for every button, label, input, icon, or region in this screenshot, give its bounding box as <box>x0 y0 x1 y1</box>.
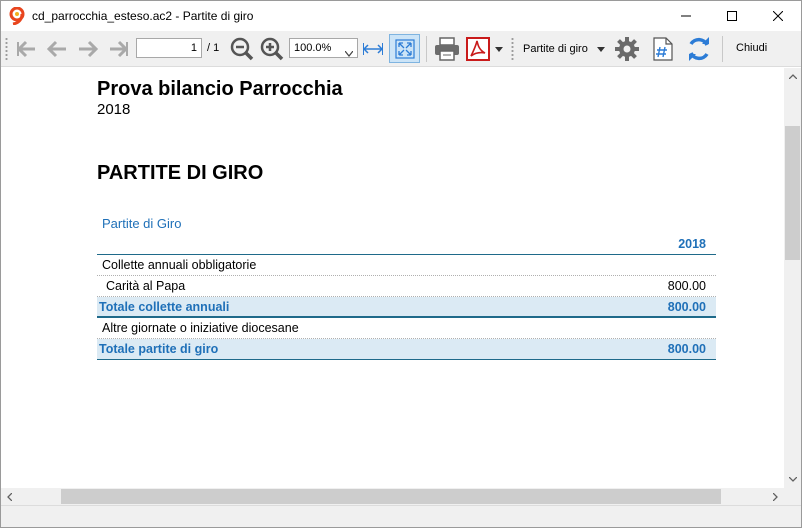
section-title: PARTITE DI GIRO <box>97 162 264 184</box>
report-window: cd_parrocchia_esteso.ac2 - Partite di gi… <box>0 0 802 528</box>
window-title: cd_parrocchia_esteso.ac2 - Partite di gi… <box>32 9 254 23</box>
refresh-button[interactable] <box>684 31 714 67</box>
horizontal-scroll-thumb[interactable] <box>61 489 721 504</box>
zoom-select[interactable]: 100.0% <box>289 38 358 58</box>
scrollbar-corner <box>784 488 801 505</box>
pdf-button[interactable] <box>464 31 492 67</box>
row-amount: 800.00 <box>667 300 706 314</box>
fit-width-button[interactable] <box>361 31 385 67</box>
settings-icon <box>615 37 639 61</box>
toolbar-grip[interactable] <box>511 37 514 61</box>
next-page-icon <box>77 40 99 58</box>
row-label: Totale collette annuali <box>99 300 230 314</box>
group-title: Partite di Giro <box>102 216 182 231</box>
table-row: Carità al Papa 800.00 <box>97 276 716 297</box>
last-page-icon <box>107 40 129 58</box>
page-total-label: / 1 <box>207 42 220 54</box>
fit-width-icon <box>363 42 383 56</box>
status-bar <box>1 505 801 527</box>
scroll-down-icon[interactable] <box>784 471 801 488</box>
last-page-button[interactable] <box>106 31 130 67</box>
document-year: 2018 <box>97 101 131 118</box>
settings-button[interactable] <box>613 31 641 67</box>
row-amount: 800.00 <box>667 342 706 356</box>
table-header-row: 2018 <box>97 234 716 255</box>
close-report-button[interactable]: Chiudi <box>736 42 767 54</box>
first-page-button[interactable] <box>15 31 39 67</box>
zoom-out-button[interactable] <box>229 31 255 67</box>
title-bar: cd_parrocchia_esteso.ac2 - Partite di gi… <box>1 1 801 31</box>
toolbar-separator <box>426 36 427 62</box>
scroll-up-icon[interactable] <box>784 68 801 85</box>
close-window-button[interactable] <box>755 1 801 31</box>
caret-down-icon <box>495 46 503 52</box>
table-row: Collette annuali obbligatorie <box>97 255 716 276</box>
next-page-button[interactable] <box>76 31 100 67</box>
zoom-value: 100.0% <box>294 42 332 54</box>
column-header-year: 2018 <box>678 237 706 251</box>
vertical-scroll-thumb[interactable] <box>785 126 800 260</box>
report-preview[interactable]: Prova bilancio Parrocchia 2018 PARTITE D… <box>1 68 784 488</box>
zoom-in-icon <box>260 37 284 61</box>
total-row: Totale collette annuali 800.00 <box>97 297 716 318</box>
banana-app-icon <box>9 6 25 26</box>
previous-page-button[interactable] <box>45 31 69 67</box>
report-selector-label: Partite di giro <box>523 43 588 55</box>
first-page-icon <box>16 40 38 58</box>
report-table: 2018 Collette annuali obbligatorie Carit… <box>97 234 716 360</box>
row-label: Carità al Papa <box>106 279 186 293</box>
zoom-out-icon <box>230 37 254 61</box>
pdf-icon <box>466 37 490 61</box>
zoom-in-button[interactable] <box>259 31 285 67</box>
previous-page-icon <box>46 40 68 58</box>
section-numbering-icon <box>653 37 673 61</box>
scroll-right-icon[interactable] <box>767 488 784 505</box>
toolbar-grip[interactable] <box>5 37 8 61</box>
report-selector[interactable]: Partite di giro <box>518 31 608 67</box>
page-number-input[interactable]: 1 <box>136 38 202 58</box>
fit-page-button[interactable] <box>389 34 420 63</box>
fit-page-icon <box>395 39 415 62</box>
row-amount: 800.00 <box>667 279 706 293</box>
minimize-button[interactable] <box>663 1 709 31</box>
toolbar-separator <box>722 36 723 62</box>
refresh-icon <box>686 36 712 62</box>
print-icon <box>434 37 460 61</box>
row-label: Altre giornate o iniziative diocesane <box>102 321 299 335</box>
caret-down-icon <box>596 46 605 52</box>
print-button[interactable] <box>433 31 461 67</box>
row-label: Totale partite di giro <box>99 342 219 356</box>
toolbar: 1 / 1 100.0% Partite di giro Chiudi <box>1 31 801 67</box>
chevron-down-icon <box>344 45 354 57</box>
document-title: Prova bilancio Parrocchia <box>97 78 343 100</box>
pdf-options-button[interactable] <box>493 31 505 67</box>
table-row: Altre giornate o iniziative diocesane <box>97 318 716 339</box>
section-numbering-button[interactable] <box>649 31 677 67</box>
scroll-left-icon[interactable] <box>1 488 18 505</box>
maximize-button[interactable] <box>709 1 755 31</box>
row-label: Collette annuali obbligatorie <box>102 258 257 272</box>
vertical-scrollbar[interactable] <box>784 68 801 488</box>
total-row: Totale partite di giro 800.00 <box>97 339 716 360</box>
horizontal-scrollbar[interactable] <box>1 488 784 505</box>
